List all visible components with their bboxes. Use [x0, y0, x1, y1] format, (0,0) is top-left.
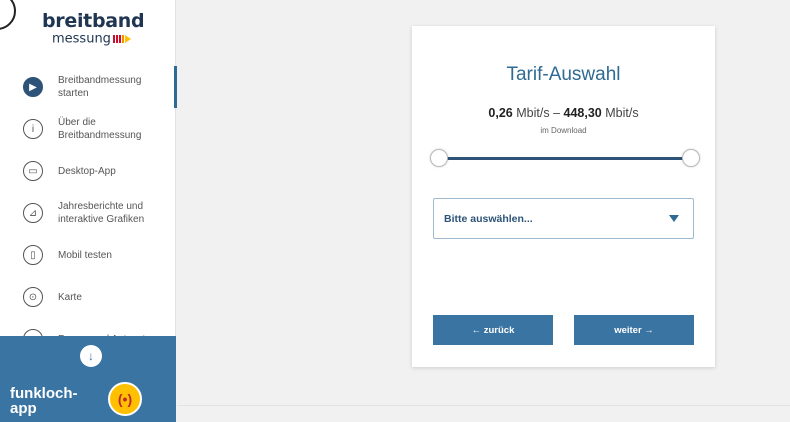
- info-icon: i: [23, 119, 43, 139]
- chevron-down-icon[interactable]: ↓: [80, 345, 102, 367]
- sidebar-item-label-line1: Über die: [58, 117, 96, 128]
- speed-min-value: 0,26: [488, 106, 513, 120]
- speed-subtitle: im Download: [540, 126, 587, 135]
- back-button[interactable]: ← zurück: [433, 315, 553, 345]
- sidebar-item-label-line2: interaktive Grafiken: [58, 214, 145, 225]
- sidebar-item-label: Über die Breitbandmessung: [58, 116, 141, 142]
- logo-bars-icon: [112, 32, 132, 46]
- sidebar-item-label-line1: Jahresberichte und: [58, 201, 144, 212]
- tarif-auswahl-card: Tarif-Auswahl 0,26 Mbit/s – 448,30 Mbit/…: [412, 26, 715, 367]
- sidebar-item-label: Mobil testen: [58, 249, 112, 261]
- sidebar-item-label: Jahresberichte und interaktive Grafiken: [58, 200, 144, 226]
- funkloch-line2: app: [10, 400, 37, 417]
- slider-handle-min[interactable]: [430, 149, 448, 167]
- sidebar-item-karte[interactable]: ⊙ Karte: [0, 276, 176, 318]
- desktop-icon: ▭: [23, 161, 43, 181]
- page-title: Tarif-Auswahl: [506, 64, 621, 85]
- logo-bar: [121, 34, 124, 43]
- mobile-icon: ▯: [23, 245, 43, 265]
- sidebar-item-label: Karte: [58, 291, 82, 303]
- map-pin-icon: ⊙: [23, 287, 43, 307]
- logo-bar: [115, 34, 118, 43]
- sidebar-item-label: Desktop-App: [58, 165, 116, 177]
- logo-bar: [112, 34, 115, 43]
- logo-bar: [124, 34, 131, 43]
- sidebar-item-jahresberichte[interactable]: ⊿ Jahresberichte und interaktive Grafiken: [0, 192, 176, 234]
- sidebar-item-label-line1: Breitbandmessung: [58, 75, 142, 86]
- sidebar-item-label: Breitbandmessung starten: [58, 74, 141, 100]
- funkloch-app-text: funkloch-app: [10, 386, 78, 416]
- speed-separator: –: [553, 106, 561, 120]
- footer-divider: [177, 405, 790, 406]
- logo-bar: [118, 34, 121, 43]
- partial-circle-button[interactable]: [0, 0, 16, 30]
- sidebar-item-desktop-app[interactable]: ▭ Desktop-App: [0, 150, 176, 192]
- breitbandmessung-logo[interactable]: breitband messung: [42, 10, 152, 47]
- sidebar-item-breitbandmessung-starten[interactable]: ▶ Breitbandmessung starten: [0, 66, 177, 108]
- caret-down-icon: [669, 215, 679, 222]
- sidebar-item-label-line2: starten: [58, 88, 89, 99]
- speed-range: 0,26 Mbit/s – 448,30 Mbit/s: [412, 106, 715, 120]
- logo-text-messung: messung: [52, 31, 111, 47]
- next-button[interactable]: weiter →: [574, 315, 694, 345]
- speed-max-value: 448,30: [563, 106, 602, 120]
- slider-handle-max[interactable]: [682, 149, 700, 167]
- logo-text-top: breitband: [42, 10, 145, 32]
- tarif-select[interactable]: Bitte auswählen...: [433, 198, 694, 239]
- sidebar-nav: ▶ Breitbandmessung starten i Über die Brei…: [0, 66, 177, 360]
- slider-track[interactable]: [440, 157, 690, 160]
- sidebar-item-label-line2: Breitbandmessung: [58, 130, 142, 141]
- speed-min-unit: Mbit/s: [516, 106, 550, 120]
- speed-max-unit: Mbit/s: [605, 106, 639, 120]
- tarif-select-value: Bitte auswählen...: [444, 212, 533, 225]
- sidebar-item-ueber-die-breitbandmessung[interactable]: i Über die Breitbandmessung: [0, 108, 176, 150]
- sidebar-item-mobil-testen[interactable]: ▯ Mobil testen: [0, 234, 176, 276]
- speed-range-slider[interactable]: [430, 148, 700, 170]
- logo-text-bottom: messung: [52, 32, 152, 47]
- play-icon: ▶: [23, 77, 43, 97]
- sidebar: breitband messung ▶ Breitbandmessung star…: [0, 0, 177, 422]
- chart-icon: ⊿: [23, 203, 43, 223]
- antenna-icon: (•): [108, 382, 142, 416]
